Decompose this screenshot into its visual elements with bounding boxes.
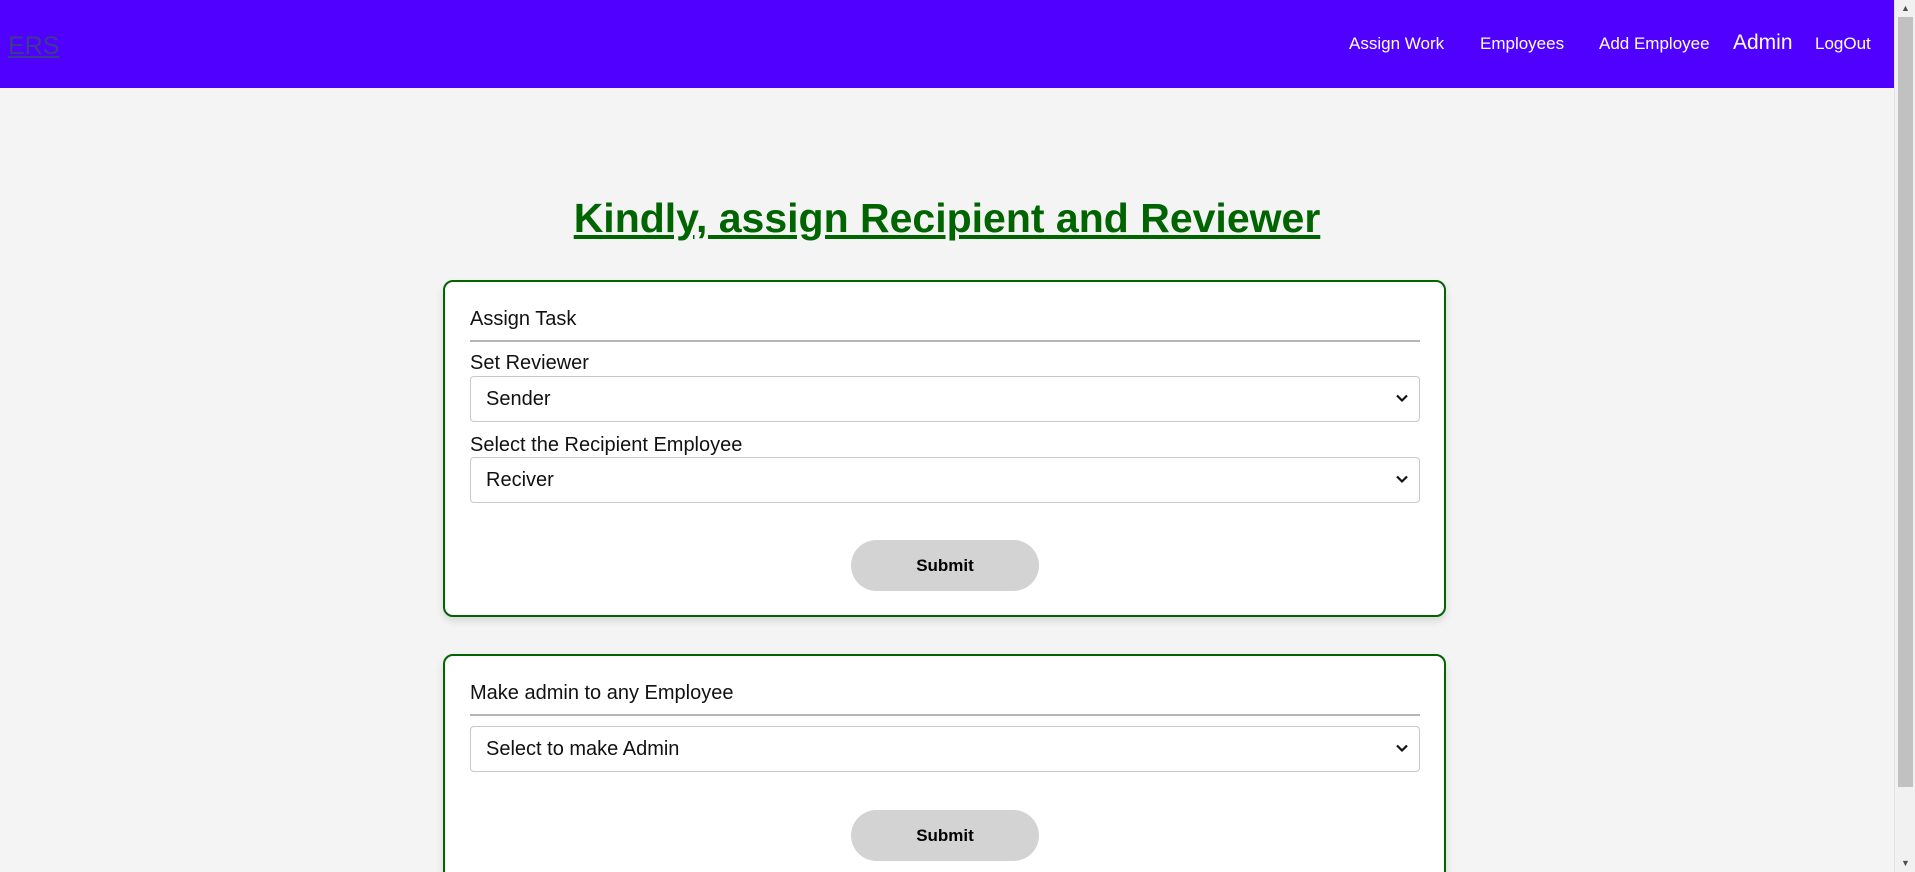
reviewer-label: Set Reviewer (470, 352, 589, 374)
vertical-scrollbar[interactable]: ▲ ▼ (1894, 0, 1915, 872)
recipient-select[interactable]: Reciver (470, 457, 1420, 503)
chevron-down-icon (1396, 475, 1408, 484)
nav-add-employee[interactable]: Add Employee (1599, 34, 1710, 54)
chevron-down-icon (1396, 744, 1408, 753)
recipient-select-value: Reciver (486, 469, 554, 491)
top-navbar: ERS Assign Work Employees Add Employee A… (0, 0, 1894, 88)
recipient-label: Select the Recipient Employee (470, 434, 743, 456)
make-admin-submit-button[interactable]: Submit (851, 810, 1039, 861)
nav-admin[interactable]: Admin (1733, 31, 1793, 55)
make-admin-card: Make admin to any Employee Select to mak… (443, 654, 1446, 872)
reviewer-select-value: Sender (486, 388, 551, 410)
nav-logout[interactable]: LogOut (1815, 34, 1871, 54)
reviewer-select[interactable]: Sender (470, 376, 1420, 422)
make-admin-select[interactable]: Select to make Admin (470, 726, 1420, 772)
nav-assign-work[interactable]: Assign Work (1349, 34, 1444, 54)
make-admin-select-value: Select to make Admin (486, 738, 680, 760)
scrollbar-thumb[interactable] (1898, 17, 1913, 787)
brand-logo-link[interactable]: ERS (8, 32, 59, 61)
scroll-up-arrow-icon[interactable]: ▲ (1895, 0, 1915, 17)
assign-task-title: Assign Task (470, 308, 1420, 342)
scroll-down-arrow-icon[interactable]: ▼ (1895, 855, 1915, 872)
make-admin-title: Make admin to any Employee (470, 682, 1420, 716)
nav-employees[interactable]: Employees (1480, 34, 1564, 54)
page-title: Kindly, assign Recipient and Reviewer (573, 195, 1321, 241)
assign-submit-button[interactable]: Submit (851, 540, 1039, 591)
assign-task-card: Assign Task Set Reviewer Sender Select t… (443, 280, 1446, 617)
chevron-down-icon (1396, 394, 1408, 403)
